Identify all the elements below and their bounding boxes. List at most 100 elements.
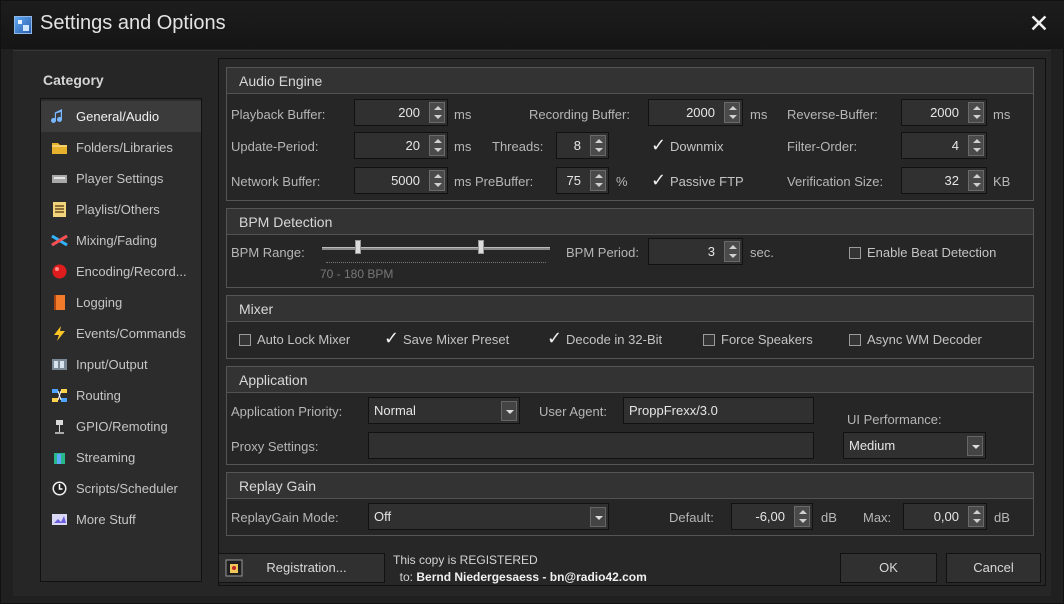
sidebar-item-routing[interactable]: Routing	[41, 380, 201, 411]
replaygain-mode-label: ReplayGain Mode:	[231, 510, 339, 525]
network-buffer-input[interactable]: 5000	[354, 167, 448, 194]
sidebar-item-player-settings[interactable]: Player Settings	[41, 163, 201, 194]
sidebar-item-input-output[interactable]: Input/Output	[41, 349, 201, 380]
update-period-label: Update-Period:	[231, 139, 319, 154]
downmix-checkbox[interactable]: Downmix	[651, 136, 723, 156]
verification-size-input[interactable]: 32	[901, 167, 987, 194]
passive-ftp-checkbox[interactable]: Passive FTP	[651, 171, 744, 191]
checkbox-icon	[239, 334, 251, 346]
update-period-value: 20	[405, 138, 420, 153]
force-speakers-label: Force Speakers	[721, 332, 813, 347]
registered-to-name: Bernd Niedergesaess - bn@radio42.com	[416, 570, 647, 584]
bpm-period-label: BPM Period:	[566, 245, 639, 260]
recording-buffer-spinner-icon[interactable]	[724, 102, 740, 123]
application-title: Application	[227, 367, 1033, 393]
force-speakers-checkbox[interactable]: Force Speakers	[703, 331, 813, 349]
bpm-period-input[interactable]: 3	[648, 238, 743, 265]
registration-info: This copy is REGISTERED to: Bernd Nieder…	[393, 552, 647, 586]
auto-lock-mixer-checkbox[interactable]: Auto Lock Mixer	[239, 331, 350, 349]
sidebar-item-folders-libraries[interactable]: Folders/Libraries	[41, 132, 201, 163]
sidebar-item-label: Logging	[76, 295, 123, 310]
verification-size-value: 32	[944, 173, 959, 188]
registered-to-line: to: Bernd Niedergesaess - bn@radio42.com	[393, 569, 647, 586]
filter-order-input[interactable]: 4	[901, 132, 987, 159]
chevron-down-icon[interactable]	[590, 507, 606, 527]
application-priority-value: Normal	[374, 403, 416, 418]
settings-app-icon	[14, 16, 32, 34]
prebuffer-spinner-icon[interactable]	[590, 170, 606, 191]
bpm-range-max-handle[interactable]	[478, 240, 484, 254]
user-agent-input[interactable]: ProppFrexx/3.0	[623, 397, 814, 424]
recording-buffer-unit: ms	[750, 107, 768, 122]
music-note-icon	[51, 109, 62, 123]
checkmark-icon	[547, 329, 562, 347]
network-buffer-unit: ms	[454, 174, 472, 189]
checkmark-icon	[651, 136, 666, 154]
verification-size-spinner-icon[interactable]	[968, 170, 984, 191]
sidebar-item-general-audio[interactable]: General/Audio	[41, 101, 201, 132]
category-sidebar: General/Audio Folders/Libraries Player S…	[40, 98, 202, 582]
lightning-icon	[54, 326, 65, 341]
checkbox-icon	[703, 334, 715, 346]
clock-icon	[52, 481, 67, 496]
sidebar-item-encoding-record[interactable]: Encoding/Record...	[41, 256, 201, 287]
mixing-icon	[51, 234, 68, 247]
sidebar-item-label: Input/Output	[76, 357, 148, 372]
reverse-buffer-input[interactable]: 2000	[901, 99, 987, 126]
proxy-settings-input[interactable]	[368, 432, 814, 459]
sidebar-item-more-stuff[interactable]: More Stuff	[41, 504, 201, 535]
default-gain-label: Default:	[669, 510, 714, 525]
sidebar-item-logging[interactable]: Logging	[41, 287, 201, 318]
max-gain-input[interactable]: 0,00	[903, 503, 987, 530]
update-period-spinner-icon[interactable]	[429, 135, 445, 156]
ok-button[interactable]: OK	[840, 553, 937, 583]
max-gain-unit: dB	[994, 510, 1010, 525]
sidebar-item-playlist-others[interactable]: Playlist/Others	[41, 194, 201, 225]
chevron-down-icon[interactable]	[501, 401, 517, 421]
sidebar-item-streaming[interactable]: Streaming	[41, 442, 201, 473]
chevron-down-icon[interactable]	[967, 436, 983, 456]
threads-input[interactable]: 8	[556, 132, 609, 159]
application-priority-select[interactable]: Normal	[368, 397, 520, 424]
sidebar-item-label: Player Settings	[76, 171, 164, 186]
save-mixer-preset-label: Save Mixer Preset	[403, 332, 510, 347]
threads-value: 8	[573, 138, 581, 153]
filter-order-label: Filter-Order:	[787, 139, 858, 154]
threads-spinner-icon[interactable]	[590, 135, 606, 156]
update-period-input[interactable]: 20	[354, 132, 448, 159]
playback-buffer-spinner-icon[interactable]	[429, 102, 445, 123]
enable-beat-detection-checkbox[interactable]: Enable Beat Detection	[849, 244, 996, 262]
sidebar-item-label: More Stuff	[76, 512, 136, 527]
playback-buffer-input[interactable]: 200	[354, 99, 448, 126]
max-gain-spinner-icon[interactable]	[968, 506, 984, 527]
filter-order-spinner-icon[interactable]	[968, 135, 984, 156]
sidebar-item-scripts-scheduler[interactable]: Scripts/Scheduler	[41, 473, 201, 504]
prebuffer-value: 75	[566, 173, 581, 188]
save-mixer-preset-checkbox[interactable]: Save Mixer Preset	[384, 329, 510, 349]
default-gain-spinner-icon[interactable]	[794, 506, 810, 527]
cancel-button[interactable]: Cancel	[946, 553, 1041, 583]
sidebar-item-label: GPIO/Remoting	[76, 419, 168, 434]
sidebar-item-gpio-remoting[interactable]: GPIO/Remoting	[41, 411, 201, 442]
prebuffer-label: PreBuffer:	[475, 174, 534, 189]
sidebar-item-events-commands[interactable]: Events/Commands	[41, 318, 201, 349]
network-buffer-spinner-icon[interactable]	[429, 170, 445, 191]
checkmark-icon	[651, 171, 666, 189]
async-wm-decoder-checkbox[interactable]: Async WM Decoder	[849, 331, 982, 349]
bpm-period-spinner-icon[interactable]	[724, 241, 740, 262]
replaygain-mode-select[interactable]: Off	[368, 503, 609, 530]
verification-size-label: Verification Size:	[787, 174, 884, 189]
registration-button[interactable]: Registration...	[218, 553, 385, 583]
async-wm-decoder-label: Async WM Decoder	[867, 332, 982, 347]
decode-32-bit-checkbox[interactable]: Decode in 32-Bit	[547, 329, 662, 349]
prebuffer-input[interactable]: 75	[556, 167, 609, 194]
reverse-buffer-spinner-icon[interactable]	[968, 102, 984, 123]
ui-performance-select[interactable]: Medium	[843, 432, 986, 459]
sidebar-item-mixing-fading[interactable]: Mixing/Fading	[41, 225, 201, 256]
bpm-range-min-handle[interactable]	[355, 240, 361, 254]
default-gain-input[interactable]: -6,00	[731, 503, 813, 530]
user-agent-value: ProppFrexx/3.0	[629, 403, 718, 418]
recording-buffer-input[interactable]: 2000	[648, 99, 743, 126]
close-icon[interactable]: ✕	[1025, 10, 1053, 38]
user-agent-label: User Agent:	[539, 404, 607, 419]
